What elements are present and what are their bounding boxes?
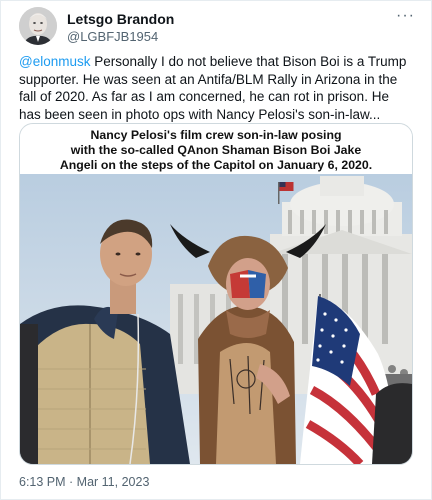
tweet-media[interactable]: Nancy Pelosi's film crew son-in-law posi… xyxy=(19,123,413,465)
tweet-timestamp[interactable]: 6:13 PM · Mar 11, 2023 xyxy=(19,475,149,489)
media-caption-line-1: Nancy Pelosi's film crew son-in-law posi… xyxy=(90,128,342,142)
media-caption-line-3: Angeli on the steps of the Capitol on Ja… xyxy=(59,158,373,172)
more-horizontal-icon[interactable]: ··· xyxy=(396,7,415,25)
media-caption: Nancy Pelosi's film crew son-in-law posi… xyxy=(20,124,412,174)
avatar-photo xyxy=(19,7,57,45)
media-photo xyxy=(20,174,412,464)
media-caption-line-2: with the so-called QAnon Shaman Bison Bo… xyxy=(70,143,362,157)
tweet-text-line-2: supporter. He was seen at an Antifa/BLM … xyxy=(19,71,398,87)
author-display-name[interactable]: Letsgo Brandon xyxy=(67,11,174,27)
tweet-text-line-4: has been seen in photo ops with Nancy Pe… xyxy=(19,106,381,122)
tweet-text-part: Personally I do not believe that Bison B… xyxy=(90,54,407,69)
mention-link[interactable]: @elonmusk xyxy=(19,54,90,69)
tweet-text-line-1: @elonmusk Personally I do not believe th… xyxy=(19,53,411,71)
tweet-text: @elonmusk Personally I do not believe th… xyxy=(19,53,411,123)
avatar[interactable] xyxy=(19,7,57,45)
tweet-text-line-3: fall of 2020. As far as I am concerned, … xyxy=(19,89,389,104)
author-handle[interactable]: @LGBFJB1954 xyxy=(67,29,158,45)
tweet-card: Letsgo Brandon @LGBFJB1954 ··· @elonmusk… xyxy=(0,0,432,500)
